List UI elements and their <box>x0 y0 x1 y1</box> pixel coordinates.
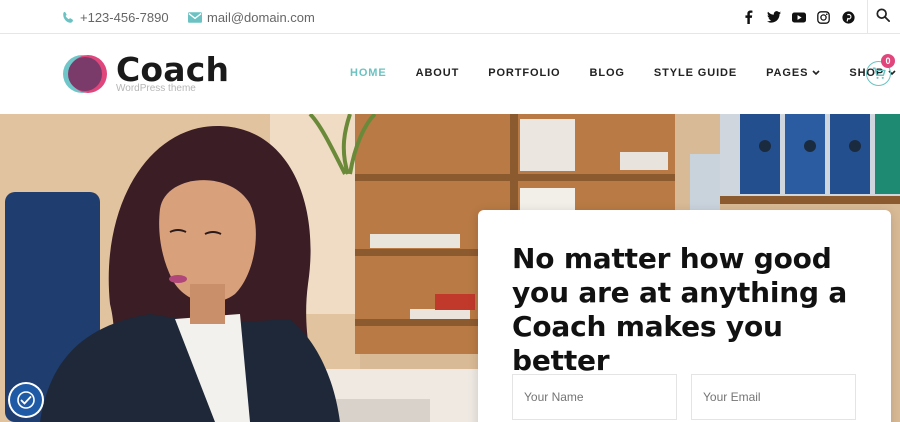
social-links <box>741 0 856 34</box>
hero-title: No matter how good you are at anything a… <box>512 242 848 377</box>
nav-blog[interactable]: BLOG <box>589 67 624 79</box>
youtube-icon[interactable] <box>791 10 806 25</box>
twitter-icon[interactable] <box>766 10 781 25</box>
hero-section: No matter how good you are at anything a… <box>0 114 900 422</box>
brand-tagline: WordPress theme <box>116 83 196 94</box>
logo-icon[interactable] <box>62 51 108 97</box>
name-input[interactable] <box>512 374 677 420</box>
cart-count-badge: 0 <box>881 54 895 68</box>
mail-icon <box>188 11 202 23</box>
search-icon[interactable] <box>876 8 892 24</box>
phone-contact[interactable]: +123-456-7890 <box>62 0 169 34</box>
accessibility-icon <box>17 391 35 409</box>
nav-home[interactable]: HOME <box>350 67 387 79</box>
nav-about[interactable]: ABOUT <box>416 67 460 79</box>
main-nav: HOME ABOUT PORTFOLIO BLOG STYLE GUIDE PA… <box>350 34 900 112</box>
email-contact[interactable]: mail@domain.com <box>188 0 315 34</box>
facebook-icon[interactable] <box>741 10 756 25</box>
site-header: Coach WordPress theme HOME ABOUT PORTFOL… <box>0 34 900 114</box>
email-address: mail@domain.com <box>207 9 315 25</box>
instagram-icon[interactable] <box>816 10 831 25</box>
phone-number: +123-456-7890 <box>80 9 169 25</box>
topbar-divider <box>867 0 868 34</box>
accessibility-button[interactable] <box>10 384 42 416</box>
nav-style-guide[interactable]: STYLE GUIDE <box>654 67 737 79</box>
top-bar: +123-456-7890 mail@domain.com <box>0 0 900 34</box>
email-input[interactable] <box>691 374 856 420</box>
nav-pages[interactable]: PAGES <box>766 67 820 79</box>
hero-form-card: No matter how good you are at anything a… <box>478 210 891 422</box>
pinterest-icon[interactable] <box>841 10 856 25</box>
chevron-down-icon <box>812 70 820 76</box>
cart-icon <box>872 67 886 79</box>
nav-portfolio[interactable]: PORTFOLIO <box>488 67 560 79</box>
phone-icon <box>63 11 73 23</box>
